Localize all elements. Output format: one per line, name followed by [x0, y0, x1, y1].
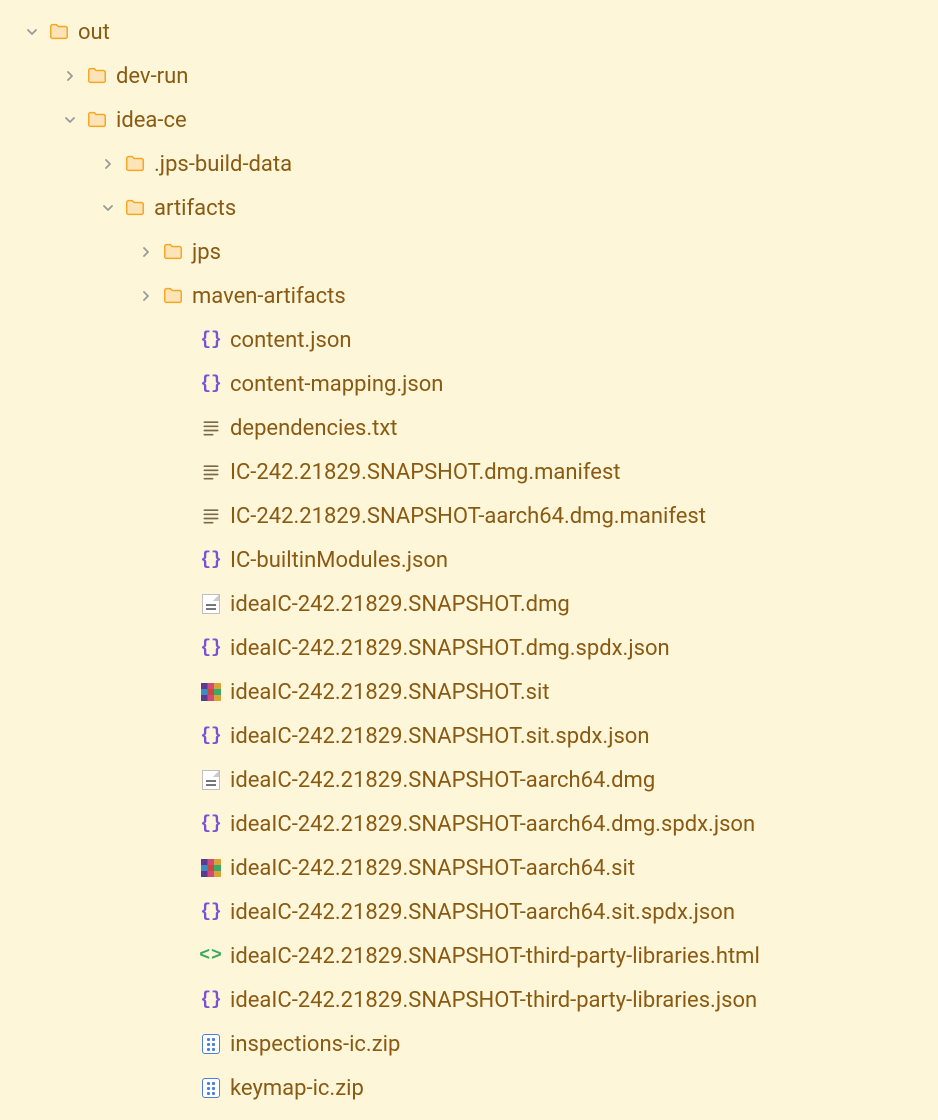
tree-row[interactable]: {} ideaIC-242.21829.SNAPSHOT-third-party-…	[0, 978, 938, 1022]
archive-sit-icon	[200, 857, 222, 879]
tree-row[interactable]: <> ideaIC-242.21829.SNAPSHOT-third-party-…	[0, 934, 938, 978]
tree-row[interactable]: {} ideaIC-242.21829.SNAPSHOT-aarch64.dmg.…	[0, 802, 938, 846]
tree-item-label: ideaIC-242.21829.SNAPSHOT.dmg	[230, 592, 570, 617]
tree-item-label: ideaIC-242.21829.SNAPSHOT-aarch64.dmg	[230, 768, 655, 793]
tree-item-label: ideaIC-242.21829.SNAPSHOT-third-party-li…	[230, 988, 757, 1013]
json-icon: {}	[200, 901, 222, 923]
text-file-icon	[200, 461, 222, 483]
dmg-file-icon	[200, 769, 222, 791]
tree-item-label: IC-builtinModules.json	[230, 548, 448, 573]
chevron-right-icon[interactable]	[136, 286, 156, 306]
archive-sit-icon	[200, 681, 222, 703]
tree-row[interactable]: .jps-build-data	[0, 142, 938, 186]
tree-item-label: content.json	[230, 328, 352, 353]
tree-row[interactable]: idea-ce	[0, 98, 938, 142]
tree-row[interactable]: out	[0, 10, 938, 54]
tree-row[interactable]: {} content.json	[0, 318, 938, 362]
zip-file-icon	[200, 1077, 222, 1099]
tree-item-label: ideaIC-242.21829.SNAPSHOT.dmg.spdx.json	[230, 636, 670, 661]
tree-row[interactable]: IC-242.21829.SNAPSHOT.dmg.manifest	[0, 450, 938, 494]
json-icon: {}	[200, 725, 222, 747]
tree-item-label: ideaIC-242.21829.SNAPSHOT-third-party-li…	[230, 944, 760, 969]
tree-item-label: content-mapping.json	[230, 372, 443, 397]
chevron-right-icon[interactable]	[60, 66, 80, 86]
text-file-icon	[200, 417, 222, 439]
text-file-icon	[200, 505, 222, 527]
folder-icon	[86, 65, 108, 87]
tree-row[interactable]: ideaIC-242.21829.SNAPSHOT.sit	[0, 670, 938, 714]
zip-file-icon	[200, 1033, 222, 1055]
tree-item-label: idea-ce	[116, 108, 187, 133]
tree-row[interactable]: {} ideaIC-242.21829.SNAPSHOT-aarch64.sit.…	[0, 890, 938, 934]
tree-item-label: ideaIC-242.21829.SNAPSHOT-aarch64.dmg.sp…	[230, 812, 755, 837]
tree-row[interactable]: {} ideaIC-242.21829.SNAPSHOT.sit.spdx.jso…	[0, 714, 938, 758]
tree-item-label: artifacts	[154, 196, 236, 221]
html-file-icon: <>	[200, 945, 222, 967]
tree-item-label: keymap-ic.zip	[230, 1076, 364, 1101]
json-icon: {}	[200, 813, 222, 835]
tree-row[interactable]: artifacts	[0, 186, 938, 230]
tree-row[interactable]: ideaIC-242.21829.SNAPSHOT.dmg	[0, 582, 938, 626]
tree-item-label: ideaIC-242.21829.SNAPSHOT-aarch64.sit.sp…	[230, 900, 735, 925]
folder-icon	[124, 197, 146, 219]
chevron-right-icon[interactable]	[98, 154, 118, 174]
tree-row[interactable]: ideaIC-242.21829.SNAPSHOT-aarch64.dmg	[0, 758, 938, 802]
tree-item-label: ideaIC-242.21829.SNAPSHOT.sit	[230, 680, 550, 705]
file-tree: outdev-run idea-ce .jps-build-data artifact…	[0, 10, 938, 1110]
folder-icon	[48, 21, 70, 43]
chevron-down-icon[interactable]	[60, 110, 80, 130]
json-icon: {}	[200, 989, 222, 1011]
json-icon: {}	[200, 637, 222, 659]
tree-row[interactable]: ideaIC-242.21829.SNAPSHOT-aarch64.sit	[0, 846, 938, 890]
dmg-file-icon	[200, 593, 222, 615]
tree-item-label: maven-artifacts	[192, 284, 346, 309]
tree-row[interactable]: maven-artifacts	[0, 274, 938, 318]
tree-row[interactable]: {} content-mapping.json	[0, 362, 938, 406]
tree-item-label: dev-run	[116, 64, 188, 89]
tree-row[interactable]: jps	[0, 230, 938, 274]
tree-row[interactable]: keymap-ic.zip	[0, 1066, 938, 1110]
json-icon: {}	[200, 373, 222, 395]
tree-row[interactable]: {} ideaIC-242.21829.SNAPSHOT.dmg.spdx.jso…	[0, 626, 938, 670]
tree-item-label: IC-242.21829.SNAPSHOT.dmg.manifest	[230, 460, 621, 485]
folder-icon	[86, 109, 108, 131]
tree-item-label: .jps-build-data	[154, 152, 292, 177]
tree-item-label: jps	[192, 240, 221, 265]
folder-icon	[162, 241, 184, 263]
chevron-down-icon[interactable]	[22, 22, 42, 42]
json-icon: {}	[200, 329, 222, 351]
json-icon: {}	[200, 549, 222, 571]
tree-row[interactable]: dependencies.txt	[0, 406, 938, 450]
chevron-right-icon[interactable]	[136, 242, 156, 262]
tree-item-label: inspections-ic.zip	[230, 1032, 400, 1057]
folder-icon	[162, 285, 184, 307]
tree-item-label: IC-242.21829.SNAPSHOT-aarch64.dmg.manife…	[230, 504, 706, 529]
tree-item-label: ideaIC-242.21829.SNAPSHOT.sit.spdx.json	[230, 724, 650, 749]
tree-item-label: ideaIC-242.21829.SNAPSHOT-aarch64.sit	[230, 856, 635, 881]
tree-row[interactable]: inspections-ic.zip	[0, 1022, 938, 1066]
tree-row[interactable]: {} IC-builtinModules.json	[0, 538, 938, 582]
tree-row[interactable]: IC-242.21829.SNAPSHOT-aarch64.dmg.manife…	[0, 494, 938, 538]
tree-row[interactable]: dev-run	[0, 54, 938, 98]
folder-icon	[124, 153, 146, 175]
chevron-down-icon[interactable]	[98, 198, 118, 218]
tree-item-label: dependencies.txt	[230, 416, 397, 441]
tree-item-label: out	[78, 20, 110, 45]
